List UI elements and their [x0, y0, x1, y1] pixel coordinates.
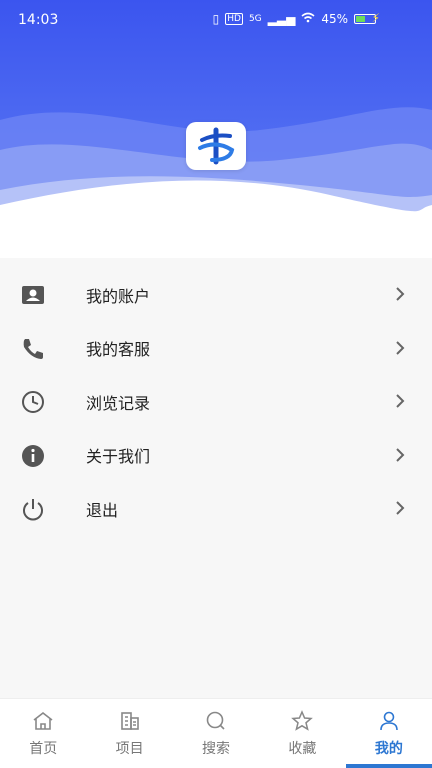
menu-item-label: 退出: [86, 500, 119, 520]
tab-home[interactable]: 首页: [0, 699, 86, 768]
chevron-right-icon: [394, 500, 406, 516]
menu-item-about[interactable]: 关于我们: [0, 429, 432, 483]
tab-label: 搜索: [202, 741, 231, 757]
menu-item-label: 浏览记录: [86, 393, 151, 413]
tab-label: 首页: [29, 741, 58, 757]
menu-item-history[interactable]: 浏览记录: [0, 375, 432, 429]
power-icon: [20, 496, 46, 522]
chevron-right-icon: [394, 340, 406, 356]
status-icons: ▯ HD 5G ▂▃▅ 45%: [213, 12, 376, 26]
menu-item-account[interactable]: 我的账户: [0, 268, 432, 322]
building-icon: [118, 709, 142, 733]
menu-item-label: 我的客服: [86, 340, 151, 360]
username-placeholder: [184, 193, 244, 209]
clock-icon: [20, 389, 46, 415]
tab-label: 项目: [115, 741, 144, 757]
settings-menu: 我的账户 我的客服 浏览记录 关于我们 退出: [0, 268, 432, 536]
app-logo-icon: [186, 122, 246, 170]
info-icon: [20, 443, 46, 469]
tab-label: 我的: [374, 741, 403, 757]
network-type: 5G: [248, 14, 262, 24]
chevron-right-icon: [394, 393, 406, 409]
hd-badge: HD: [225, 13, 243, 25]
account-card-icon: [20, 282, 46, 308]
tab-label: 收藏: [288, 741, 317, 757]
active-tab-indicator: [346, 764, 432, 768]
menu-item-label: 关于我们: [86, 447, 151, 467]
user-icon: [377, 709, 401, 733]
bottom-tab-bar: 首页 项目 搜索 收藏 我的: [0, 698, 432, 768]
tab-mine[interactable]: 我的: [346, 699, 432, 768]
tab-projects[interactable]: 项目: [86, 699, 172, 768]
vibrate-icon: ▯: [212, 12, 220, 26]
charging-icon: ⚡: [371, 11, 380, 25]
menu-item-logout[interactable]: 退出: [0, 482, 432, 536]
tab-favorites[interactable]: 收藏: [259, 699, 345, 768]
battery-percent: 45%: [321, 12, 348, 26]
search-icon: [204, 709, 228, 733]
tab-search[interactable]: 搜索: [173, 699, 259, 768]
phone-icon: [20, 336, 46, 362]
home-icon: [31, 709, 55, 733]
menu-item-customer-service[interactable]: 我的客服: [0, 322, 432, 376]
wifi-icon: [301, 12, 315, 26]
star-icon: [290, 709, 314, 733]
status-time: 14:03: [18, 12, 59, 28]
chevron-right-icon: [394, 286, 406, 302]
profile-header: 14:03 ▯ HD 5G ▂▃▅ 45% ⚡: [0, 0, 432, 258]
menu-item-label: 我的账户: [86, 286, 151, 306]
signal-icon: ▂▃▅: [267, 12, 296, 26]
status-bar: 14:03 ▯ HD 5G ▂▃▅ 45% ⚡: [0, 0, 432, 34]
chevron-right-icon: [394, 447, 406, 463]
